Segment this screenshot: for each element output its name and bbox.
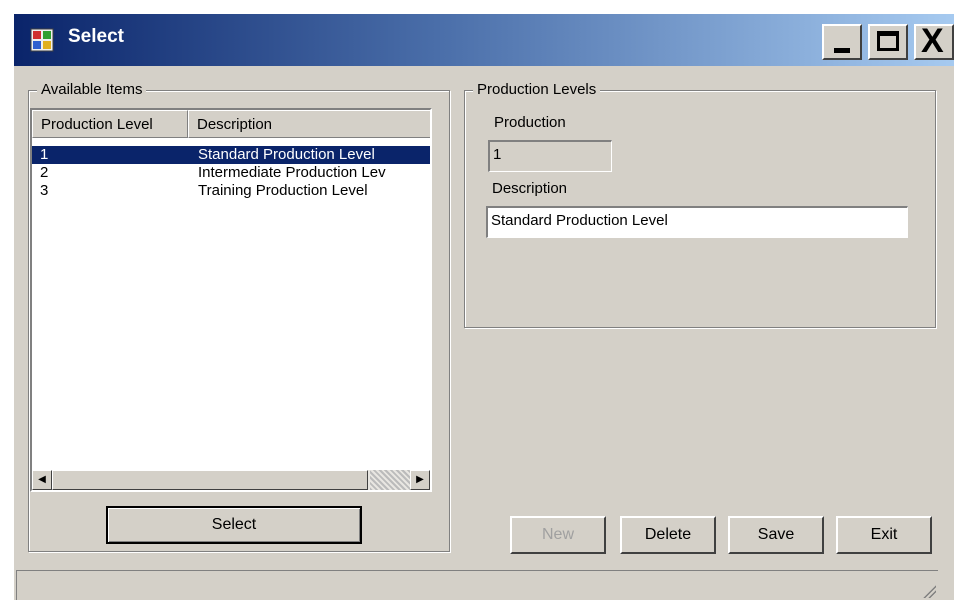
items-listview[interactable]: Production Level Description 1 Standard … xyxy=(30,108,432,492)
maximize-icon xyxy=(877,31,899,51)
delete-button[interactable]: Delete xyxy=(620,516,716,554)
app-icon xyxy=(30,28,54,52)
minimize-icon xyxy=(834,48,850,53)
minimize-button[interactable] xyxy=(822,24,862,60)
scroll-thumb[interactable] xyxy=(52,470,368,490)
save-button[interactable]: Save xyxy=(728,516,824,554)
list-item[interactable]: 3 Training Production Level xyxy=(32,182,430,200)
item-level: 3 xyxy=(40,182,49,199)
description-label: Description xyxy=(492,180,568,197)
listview-header: Production Level Description xyxy=(32,110,430,138)
horizontal-scrollbar[interactable]: ◀ ▶ xyxy=(32,470,430,490)
item-level: 1 xyxy=(40,146,49,163)
production-levels-legend: Production Levels xyxy=(473,81,601,98)
status-bar xyxy=(16,570,938,600)
production-field[interactable]: 1 xyxy=(488,140,612,172)
new-button[interactable]: New xyxy=(510,516,606,554)
exit-button[interactable]: Exit xyxy=(836,516,932,554)
resize-grip-icon[interactable] xyxy=(922,584,936,598)
item-description: Standard Production Level xyxy=(198,146,375,163)
list-item[interactable]: 2 Intermediate Production Lev xyxy=(32,164,430,182)
close-button[interactable]: X xyxy=(914,22,954,60)
item-description: Intermediate Production Lev xyxy=(198,164,386,181)
scroll-left-button[interactable]: ◀ xyxy=(32,470,52,490)
item-description: Training Production Level xyxy=(198,182,368,199)
scroll-right-button[interactable]: ▶ xyxy=(410,470,430,490)
title-bar[interactable]: Select X xyxy=(14,14,954,66)
maximize-button[interactable] xyxy=(868,24,908,60)
available-items-legend: Available Items xyxy=(37,81,147,98)
close-icon: X xyxy=(921,22,944,60)
column-header-production-level[interactable]: Production Level xyxy=(32,110,188,138)
item-level: 2 xyxy=(40,164,49,181)
production-label: Production xyxy=(494,114,566,131)
window-title: Select xyxy=(68,26,124,47)
select-button[interactable]: Select xyxy=(106,506,362,544)
column-header-description[interactable]: Description xyxy=(188,110,430,138)
list-item[interactable]: 1 Standard Production Level xyxy=(32,146,430,164)
scroll-track[interactable] xyxy=(370,470,410,490)
description-field[interactable]: Standard Production Level xyxy=(486,206,908,238)
